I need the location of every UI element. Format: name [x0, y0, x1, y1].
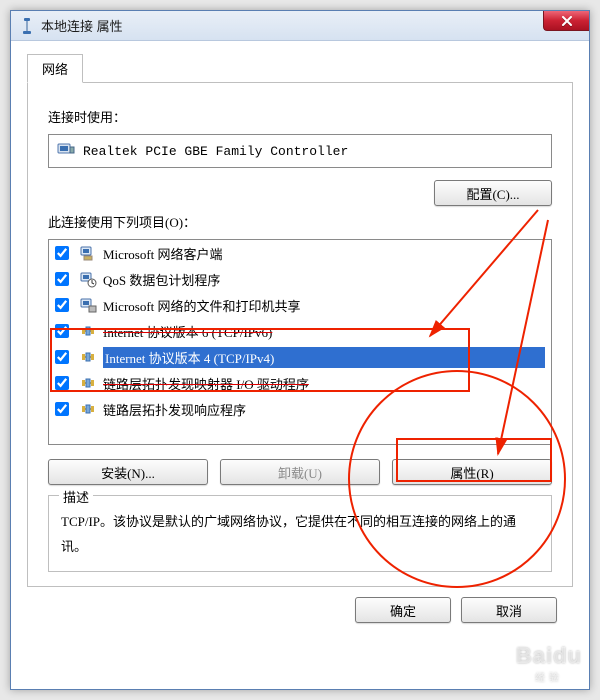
annotation-arrow-1: [0, 0, 600, 700]
watermark: Baidu 经验: [516, 643, 582, 684]
watermark-sub: 经验: [516, 669, 582, 684]
watermark-brand: Baidu: [516, 643, 582, 668]
